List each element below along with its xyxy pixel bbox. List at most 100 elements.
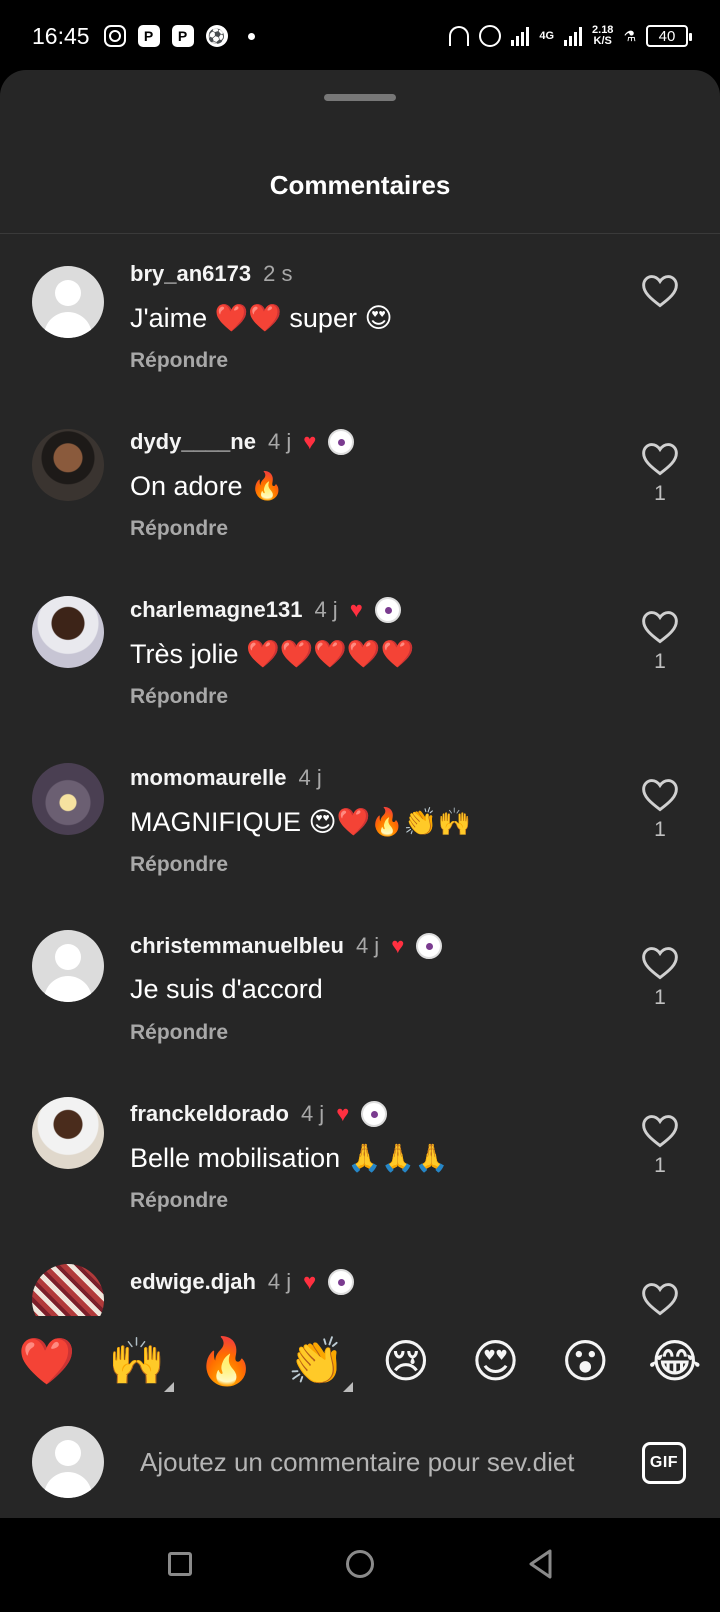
like-count: 1	[654, 650, 666, 673]
avatar[interactable]	[32, 763, 104, 835]
like-heart-icon[interactable]	[640, 608, 680, 644]
comment-item: momomaurelle 4 j MAGNIFIQUE 😍❤️🔥👏🙌 Répon…	[0, 738, 720, 906]
reply-button[interactable]: Répondre	[130, 349, 228, 373]
more-notifications-dot-icon	[247, 32, 255, 40]
current-user-avatar	[32, 1426, 104, 1498]
notification-icons: P P ⚽	[103, 25, 255, 47]
like-heart-icon[interactable]	[640, 1112, 680, 1148]
creator-liked-heart-icon: ♥	[336, 1101, 350, 1126]
sheet-title: Commentaires	[269, 170, 451, 200]
reaction-laughing-button[interactable]: 😂	[644, 1338, 706, 1384]
avatar[interactable]	[32, 930, 104, 1002]
gif-button[interactable]: GIF	[642, 1442, 686, 1484]
status-bar: 16:45 P P ⚽ 4G 2.18 K/S ⚗ 40	[0, 0, 720, 72]
creator-liked-heart-icon: ♥	[303, 1269, 317, 1294]
like-heart-icon[interactable]	[640, 1280, 680, 1316]
comment-text: J'aime ❤️❤️ super 😍	[130, 303, 393, 333]
comment-header: momomaurelle 4 j	[130, 765, 322, 791]
like-heart-icon[interactable]	[640, 272, 680, 308]
signal-strength-icon	[511, 26, 530, 46]
avatar[interactable]	[32, 1097, 104, 1169]
lab-flask-icon: ⚗	[623, 27, 636, 44]
like-count: 1	[654, 818, 666, 841]
comment-text: On adore 🔥	[130, 471, 284, 501]
comment-username[interactable]: edwige.djah	[130, 1269, 256, 1295]
comment-time: 4 j	[300, 1101, 325, 1126]
reply-button[interactable]: Répondre	[130, 853, 228, 877]
creator-avatar-badge	[328, 1269, 355, 1295]
app-p-notification-icon: P	[137, 25, 160, 47]
home-button-icon[interactable]	[346, 1550, 374, 1578]
like-count: 1	[654, 1154, 666, 1177]
reaction-surprised-button[interactable]: 😮	[554, 1338, 616, 1384]
reply-button[interactable]: Répondre	[130, 517, 228, 541]
quick-reactions-bar: ❤️ 🙌 🔥 👏 😢 😍 😮 😂	[0, 1316, 720, 1406]
comment-username[interactable]: christemmanuelbleu	[130, 933, 344, 959]
headphones-icon	[449, 26, 470, 46]
reaction-heart-button[interactable]: ❤️	[16, 1338, 78, 1384]
comment-username[interactable]: bry_an6173	[130, 261, 251, 287]
reply-button[interactable]: Répondre	[130, 685, 228, 709]
creator-avatar-badge	[416, 933, 443, 959]
creator-liked-heart-icon: ♥	[391, 933, 405, 958]
reaction-fire-button[interactable]: 🔥	[195, 1338, 257, 1384]
system-navigation-bar	[0, 1518, 720, 1612]
signal-strength-icon-2	[564, 26, 583, 46]
comment-header: franckeldorado 4 j ♥	[130, 1101, 388, 1127]
comment-time: 2 s	[263, 261, 293, 286]
comment-item: franckeldorado 4 j ♥ Belle mobilisation …	[0, 1074, 720, 1242]
comment-text: Très jolie ❤️❤️❤️❤️❤️	[130, 639, 415, 669]
comment-item: bry_an6173 2 s J'aime ❤️❤️ super 😍 Répon…	[0, 234, 720, 402]
instagram-notification-icon	[103, 25, 126, 47]
recents-button-icon[interactable]	[168, 1552, 192, 1576]
system-icons: 4G 2.18 K/S ⚗ 40	[449, 25, 692, 47]
like-heart-icon[interactable]	[640, 440, 680, 476]
comment-text: Belle mobilisation 🙏🙏🙏	[130, 1143, 449, 1173]
comment-input[interactable]	[140, 1442, 610, 1482]
avatar[interactable]	[32, 266, 104, 338]
comment-composer: GIF	[0, 1406, 720, 1518]
battery-level: 40	[658, 27, 676, 45]
comment-username[interactable]: dydy____ne	[130, 429, 256, 455]
battery-icon: 40	[646, 25, 692, 47]
comment-header: bry_an6173 2 s	[130, 261, 292, 287]
network-speed: 2.18 K/S	[592, 25, 613, 47]
reaction-crying-button[interactable]: 😢	[375, 1338, 437, 1384]
comment-time: 4 j	[355, 933, 380, 958]
avatar[interactable]	[32, 429, 104, 501]
comments-sheet: Commentaires bry_an6173 2 s J'aime ❤️❤️ …	[0, 70, 720, 1518]
creator-liked-heart-icon: ♥	[303, 429, 317, 454]
comments-list[interactable]: bry_an6173 2 s J'aime ❤️❤️ super 😍 Répon…	[0, 234, 720, 1386]
like-count: 1	[654, 482, 666, 505]
creator-avatar-badge	[361, 1101, 388, 1127]
reaction-heart-eyes-button[interactable]: 😍	[465, 1338, 527, 1384]
comment-header: dydy____ne 4 j ♥	[130, 429, 355, 455]
comment-item: dydy____ne 4 j ♥ On adore 🔥 Répondre 1	[0, 402, 720, 570]
sheet-drag-handle[interactable]	[324, 94, 396, 101]
comment-time: 4 j	[314, 597, 338, 622]
reply-button[interactable]: Répondre	[130, 1021, 228, 1045]
creator-liked-heart-icon: ♥	[349, 597, 363, 622]
reaction-clap-button[interactable]: 👏	[285, 1338, 354, 1392]
avatar[interactable]	[32, 596, 104, 668]
network-speed-unit: K/S	[593, 35, 612, 47]
comment-header: charlemagne131 4 j ♥	[130, 597, 401, 623]
creator-avatar-badge	[328, 429, 355, 455]
comment-username[interactable]: charlemagne131	[130, 597, 302, 623]
reply-button[interactable]: Répondre	[130, 1189, 228, 1213]
alarm-clock-icon	[479, 25, 502, 47]
comment-time: 4 j	[267, 429, 292, 454]
reaction-raised-hands-button[interactable]: 🙌	[106, 1338, 174, 1392]
back-button-icon[interactable]	[526, 1548, 556, 1580]
comment-text: MAGNIFIQUE 😍❤️🔥👏🙌	[130, 807, 472, 837]
like-heart-icon[interactable]	[640, 944, 680, 980]
comment-item: christemmanuelbleu 4 j ♥ Je suis d'accor…	[0, 906, 720, 1074]
comment-item: charlemagne131 4 j ♥ Très jolie ❤️❤️❤️❤️…	[0, 570, 720, 738]
like-heart-icon[interactable]	[640, 776, 680, 812]
comment-username[interactable]: franckeldorado	[130, 1101, 289, 1127]
comment-header: edwige.djah 4 j ♥	[130, 1269, 355, 1295]
status-time: 16:45	[32, 22, 90, 49]
comment-username[interactable]: momomaurelle	[130, 765, 287, 791]
network-type: 4G	[539, 29, 555, 42]
soccer-ball-icon: ⚽	[205, 25, 228, 47]
